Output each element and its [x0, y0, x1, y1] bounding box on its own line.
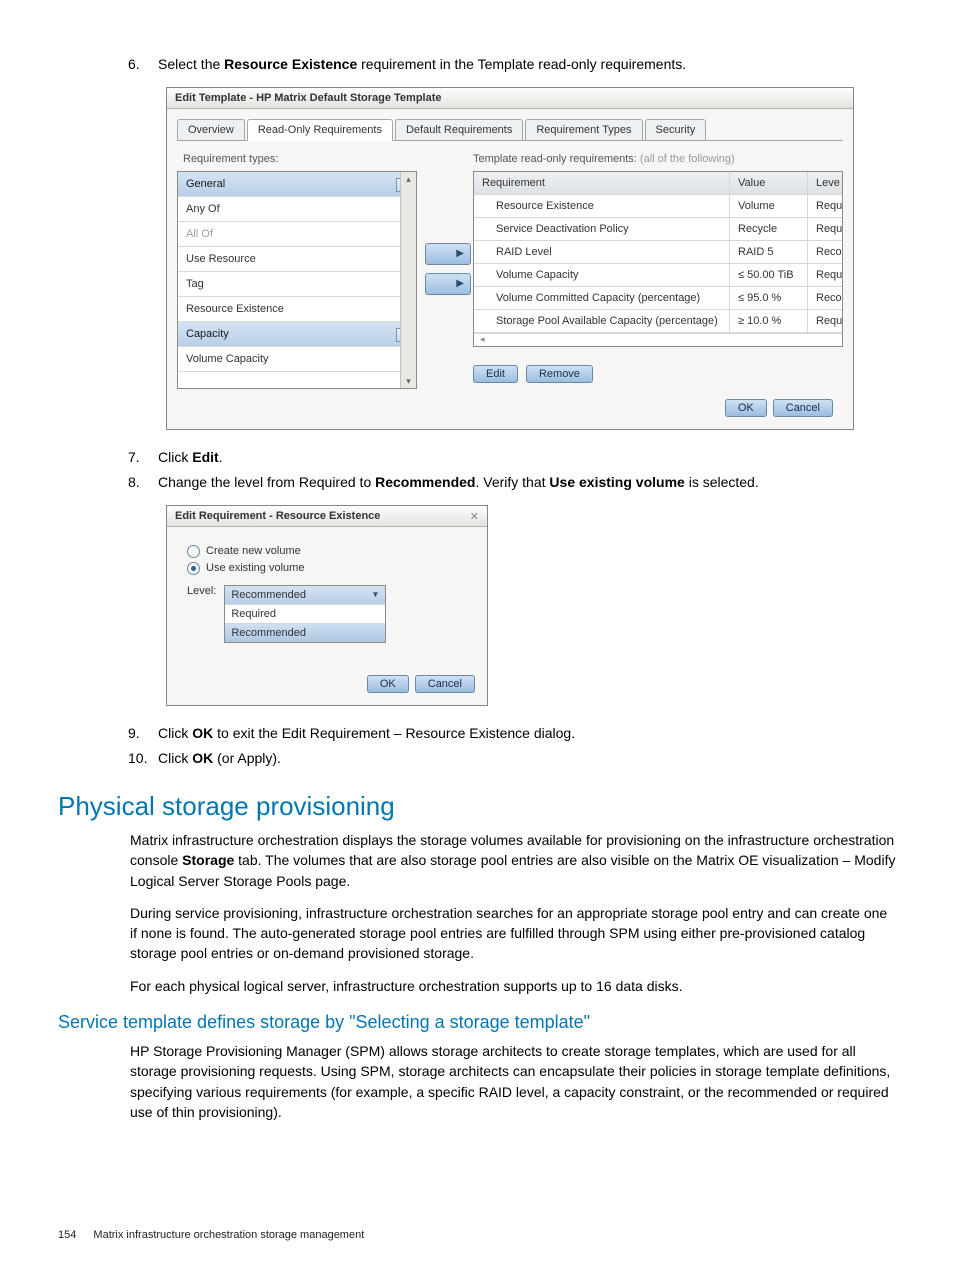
body-paragraph: HP Storage Provisioning Manager (SPM) al…	[130, 1041, 896, 1122]
body-paragraph: For each physical logical server, infras…	[130, 976, 896, 996]
edit-template-dialog: Edit Template - HP Matrix Default Storag…	[166, 87, 854, 430]
level-option-recommended[interactable]: Recommended	[225, 623, 385, 642]
heading-service-template-defines-storage: Service template defines storage by "Sel…	[58, 1012, 896, 1033]
cancel-button[interactable]: Cancel	[773, 399, 833, 417]
level-label: Level:	[187, 585, 216, 597]
tab-requirement-types[interactable]: Requirement Types	[525, 119, 642, 140]
step-num: 9.	[128, 724, 140, 744]
tab-overview[interactable]: Overview	[177, 119, 245, 140]
radio-label: Use existing volume	[206, 562, 304, 574]
dialog-title: Edit Requirement - Resource Existence ✕	[167, 506, 487, 527]
edit-requirement-dialog: Edit Requirement - Resource Existence ✕ …	[166, 505, 488, 706]
table-row[interactable]: Service Deactivation PolicyRecycleRequ	[474, 218, 842, 241]
tab-default-requirements[interactable]: Default Requirements	[395, 119, 523, 140]
cancel-button[interactable]: Cancel	[415, 675, 475, 693]
table-row[interactable]: Resource ExistenceVolumeRequ	[474, 195, 842, 218]
level-option-required[interactable]: Required	[225, 604, 385, 623]
step-9: 9. Click OK to exit the Edit Requirement…	[128, 724, 896, 744]
step-6: 6. Select the Resource Existence require…	[128, 55, 896, 75]
tab-read-only-requirements[interactable]: Read-Only Requirements	[247, 119, 393, 141]
scroll-left-icon: ◂	[480, 334, 485, 345]
step-text: Change the level from Required to Recomm…	[158, 474, 759, 490]
radio-use-existing-volume[interactable]: Use existing volume	[187, 562, 475, 575]
level-select-value[interactable]: Recommended ▼	[225, 586, 385, 604]
move-copy-right-button[interactable]: ▶	[425, 273, 471, 295]
horizontal-scrollbar[interactable]: ◂	[474, 333, 842, 346]
close-icon[interactable]: ✕	[470, 510, 479, 523]
edit-button[interactable]: Edit	[473, 365, 518, 383]
list-item[interactable]: Any Of	[178, 197, 416, 222]
list-item[interactable]: Use Resource	[178, 247, 416, 272]
radio-icon	[187, 562, 200, 575]
table-header: Requirement Value Leve	[474, 172, 842, 195]
step-text: Click OK to exit the Edit Requirement – …	[158, 725, 575, 741]
page-footer: 154 Matrix infrastructure orchestration …	[58, 1229, 364, 1241]
heading-physical-storage-provisioning: Physical storage provisioning	[58, 791, 896, 822]
requirement-types-label: Requirement types:	[177, 153, 417, 165]
table-row[interactable]: Volume Capacity≤ 50.00 TiBRequ	[474, 264, 842, 287]
step-8: 8. Change the level from Required to Rec…	[128, 473, 896, 493]
col-requirement: Requirement	[474, 172, 730, 194]
step-10: 10. Click OK (or Apply).	[128, 749, 896, 769]
table-row[interactable]: RAID LevelRAID 5Reco	[474, 241, 842, 264]
dialog-title: Edit Template - HP Matrix Default Storag…	[167, 88, 853, 109]
radio-create-new-volume[interactable]: Create new volume	[187, 545, 475, 558]
scroll-up-icon: ▴	[406, 172, 411, 186]
step-num: 8.	[128, 473, 140, 493]
scrollbar[interactable]: ▴▾	[400, 172, 416, 388]
arrow-right-icon: ▶	[456, 248, 464, 259]
body-paragraph: During service provisioning, infrastruct…	[130, 903, 896, 964]
list-item[interactable]: Capacity▴	[178, 322, 416, 347]
radio-label: Create new volume	[206, 545, 301, 557]
step-text: Click Edit.	[158, 449, 223, 465]
arrow-right-icon: ▶	[456, 278, 464, 289]
step-num: 10.	[128, 749, 147, 769]
body-paragraph: Matrix infrastructure orchestration disp…	[130, 830, 896, 891]
remove-button[interactable]: Remove	[526, 365, 593, 383]
table-row[interactable]: Volume Committed Capacity (percentage)≤ …	[474, 287, 842, 310]
step-7: 7. Click Edit.	[128, 448, 896, 468]
scroll-down-icon: ▾	[406, 374, 411, 388]
step-text: Select the Resource Existence requiremen…	[158, 56, 686, 72]
chevron-down-icon: ▼	[371, 590, 379, 599]
list-item[interactable]: Resource Existence	[178, 297, 416, 322]
col-level: Leve	[808, 172, 842, 194]
radio-icon	[187, 545, 200, 558]
tab-bar: Overview Read-Only Requirements Default …	[177, 119, 843, 141]
requirement-types-list[interactable]: General▴ Any Of All Of Use Resource Tag …	[177, 171, 417, 389]
step-num: 7.	[128, 448, 140, 468]
readonly-requirements-label: Template read-only requirements: (all of…	[473, 153, 843, 165]
table-row[interactable]: Storage Pool Available Capacity (percent…	[474, 310, 842, 333]
footer-text: Matrix infrastructure orchestration stor…	[93, 1229, 364, 1241]
step-text: Click OK (or Apply).	[158, 750, 281, 766]
requirements-table: Requirement Value Leve Resource Existenc…	[473, 171, 843, 347]
tab-security[interactable]: Security	[645, 119, 707, 140]
list-item[interactable]: Volume Capacity	[178, 347, 416, 372]
step-num: 6.	[128, 55, 140, 75]
list-item[interactable]: General▴	[178, 172, 416, 197]
list-item[interactable]: Tag	[178, 272, 416, 297]
ok-button[interactable]: OK	[725, 399, 767, 417]
level-select[interactable]: Recommended ▼ Required Recommended	[224, 585, 386, 643]
ok-button[interactable]: OK	[367, 675, 409, 693]
page-number: 154	[58, 1229, 76, 1241]
col-value: Value	[730, 172, 808, 194]
move-right-button[interactable]: ▶	[425, 243, 471, 265]
list-item[interactable]: All Of	[178, 222, 416, 247]
